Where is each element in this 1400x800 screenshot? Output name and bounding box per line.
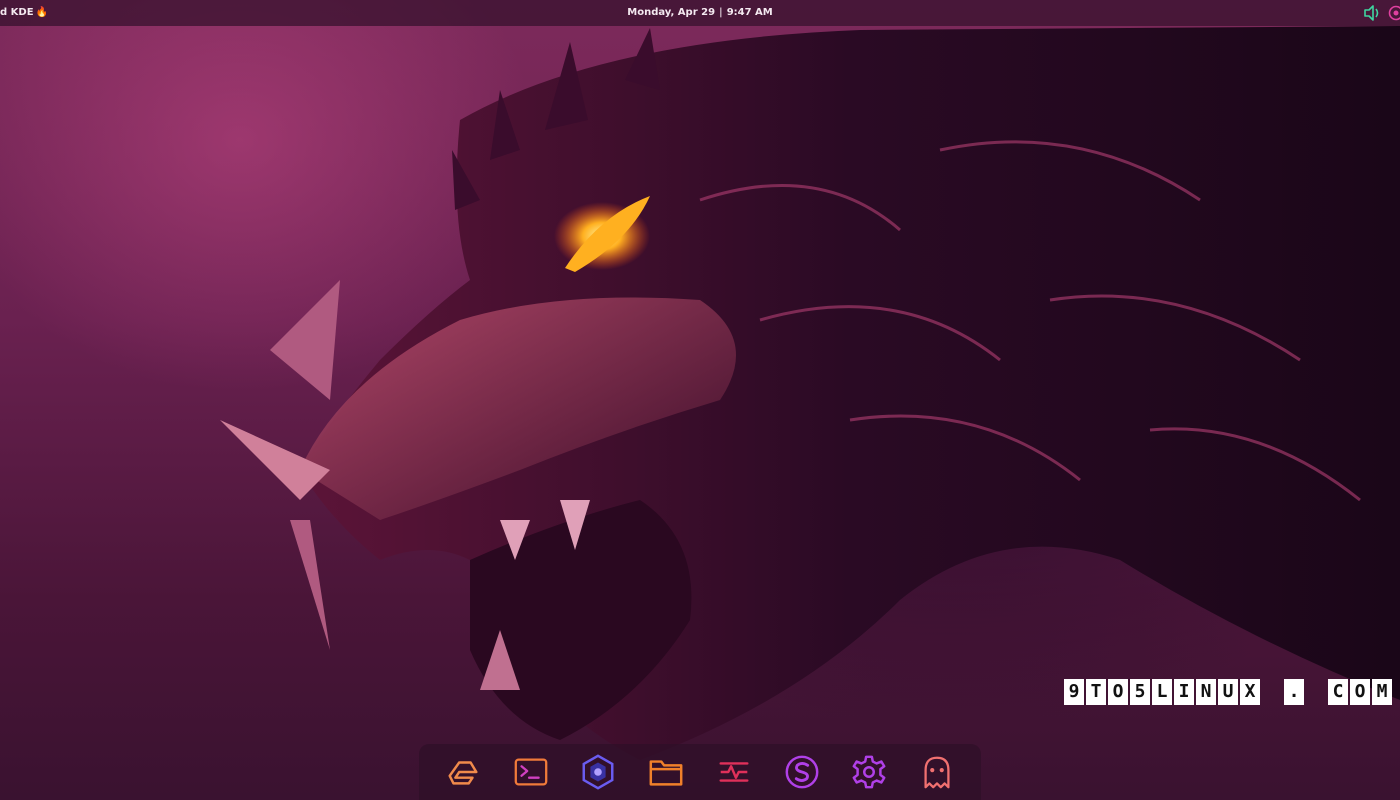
top-panel: d KDE 🔥 Monday, Apr 29 | 9:47 AM <box>0 0 1400 26</box>
watermark-char: N <box>1196 679 1216 705</box>
s-app-icon <box>785 755 819 789</box>
watermark-char: O <box>1350 679 1370 705</box>
system-tray <box>1362 0 1400 26</box>
clock-date: Monday, Apr 29 <box>627 7 716 18</box>
desktop: d KDE 🔥 Monday, Apr 29 | 9:47 AM 9 T O 5 L … <box>0 0 1400 800</box>
dock-item-terminal[interactable] <box>509 750 553 794</box>
hexagon-app-icon <box>582 754 614 790</box>
dock-item-ghost[interactable] <box>915 750 959 794</box>
clock-separator: | <box>719 7 723 18</box>
ghost-icon <box>924 756 950 789</box>
notification-icon[interactable] <box>1388 0 1400 26</box>
watermark-char: L <box>1152 679 1172 705</box>
watermark-char: M <box>1372 679 1392 705</box>
settings-icon <box>852 755 886 789</box>
dock-item-garuda[interactable] <box>441 750 485 794</box>
folder-icon <box>649 760 683 786</box>
dock-item-files[interactable] <box>644 750 688 794</box>
watermark-char: X <box>1240 679 1260 705</box>
system-monitor-icon <box>719 762 749 782</box>
clock-time: 9:47 AM <box>726 7 773 18</box>
terminal-icon <box>514 758 547 786</box>
watermark-char: O <box>1108 679 1128 705</box>
watermark-char: C <box>1328 679 1348 705</box>
watermark-char: 9 <box>1064 679 1084 705</box>
watermark-char: 5 <box>1130 679 1150 705</box>
clock[interactable]: Monday, Apr 29 | 9:47 AM <box>0 0 1400 26</box>
garuda-icon <box>448 761 478 785</box>
speaker-icon[interactable] <box>1362 3 1382 23</box>
watermark-spacer <box>1306 679 1326 705</box>
watermark-char: T <box>1086 679 1106 705</box>
dock <box>419 744 981 800</box>
watermark: 9 T O 5 L I N U X . C O M <box>1064 679 1392 705</box>
dock-item-system-monitor[interactable] <box>712 750 756 794</box>
watermark-spacer <box>1262 679 1282 705</box>
dock-item-settings[interactable] <box>847 750 891 794</box>
watermark-char: . <box>1284 679 1304 705</box>
watermark-char: I <box>1174 679 1194 705</box>
dock-item-hexagon-app[interactable] <box>576 750 620 794</box>
watermark-char: U <box>1218 679 1238 705</box>
dock-item-s-app[interactable] <box>780 750 824 794</box>
